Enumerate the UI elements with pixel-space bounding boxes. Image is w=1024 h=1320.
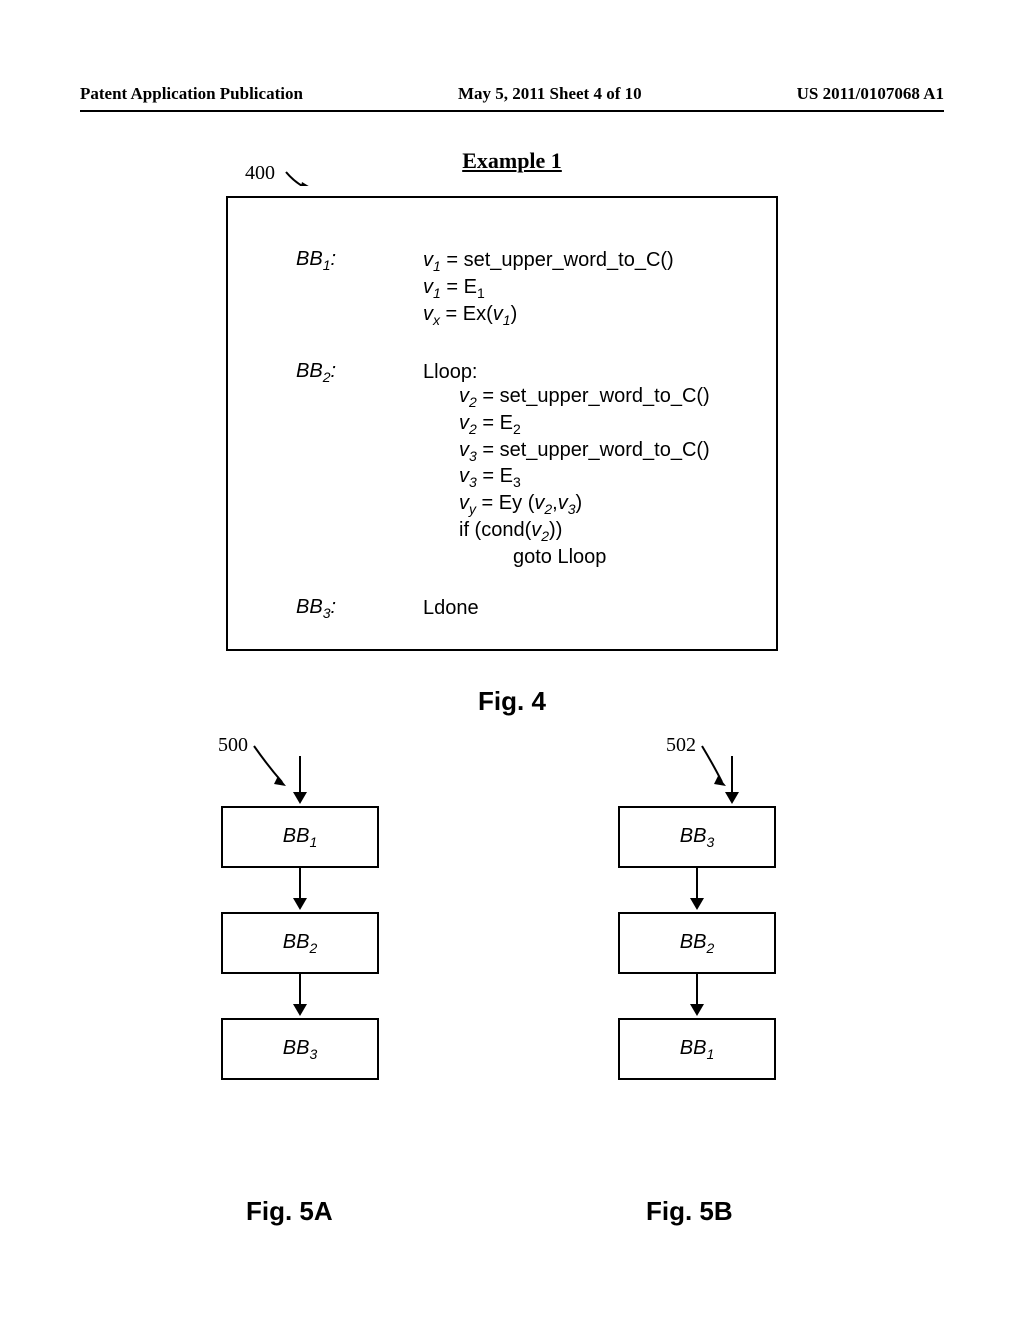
flow-box-bb2: BB2 [221, 912, 379, 974]
bb1-label: BB1: [296, 248, 336, 273]
arrow-in-icon [215, 756, 385, 806]
flow-box-bb1: BB1 [618, 1018, 776, 1080]
bb3-label: BB3: [296, 596, 336, 621]
flowchart-left: BB1 BB2 BB3 [215, 756, 385, 1080]
reference-400-leader-icon [284, 170, 324, 186]
bb2-code: Lloop: v2 = set_upper_word_to_C() v2 = E… [423, 360, 710, 569]
arrow-down-icon [290, 974, 310, 1018]
arrow-down-icon [290, 868, 310, 912]
flow-box-bb1: BB1 [221, 806, 379, 868]
header-right: US 2011/0107068 A1 [797, 84, 944, 104]
reference-500: 500 [218, 734, 248, 757]
header-left: Patent Application Publication [80, 84, 303, 104]
code-box: BB1: v1 = set_upper_word_to_C() v1 = E1 … [226, 196, 778, 651]
flow-box-bb3: BB3 [618, 806, 776, 868]
arrow-down-icon [687, 974, 707, 1018]
reference-400: 400 [245, 162, 275, 185]
flow-box-bb2: BB2 [618, 912, 776, 974]
figure-4-label: Fig. 4 [0, 686, 1024, 717]
arrow-down-icon [687, 868, 707, 912]
header-center: May 5, 2011 Sheet 4 of 10 [458, 84, 642, 104]
bb1-code: v1 = set_upper_word_to_C() v1 = E1 vx = … [423, 248, 674, 328]
bb3-code: Ldone [423, 596, 479, 620]
example-title: Example 1 [0, 148, 1024, 174]
figure-5b-label: Fig. 5B [646, 1196, 733, 1227]
page-header: Patent Application Publication May 5, 20… [80, 84, 944, 112]
flowchart-right: BB3 BB2 BB1 [612, 756, 782, 1080]
flow-box-bb3: BB3 [221, 1018, 379, 1080]
bb2-label: BB2: [296, 360, 336, 385]
figure-5a-label: Fig. 5A [246, 1196, 333, 1227]
reference-502: 502 [666, 734, 696, 757]
arrow-in-icon [612, 756, 782, 806]
